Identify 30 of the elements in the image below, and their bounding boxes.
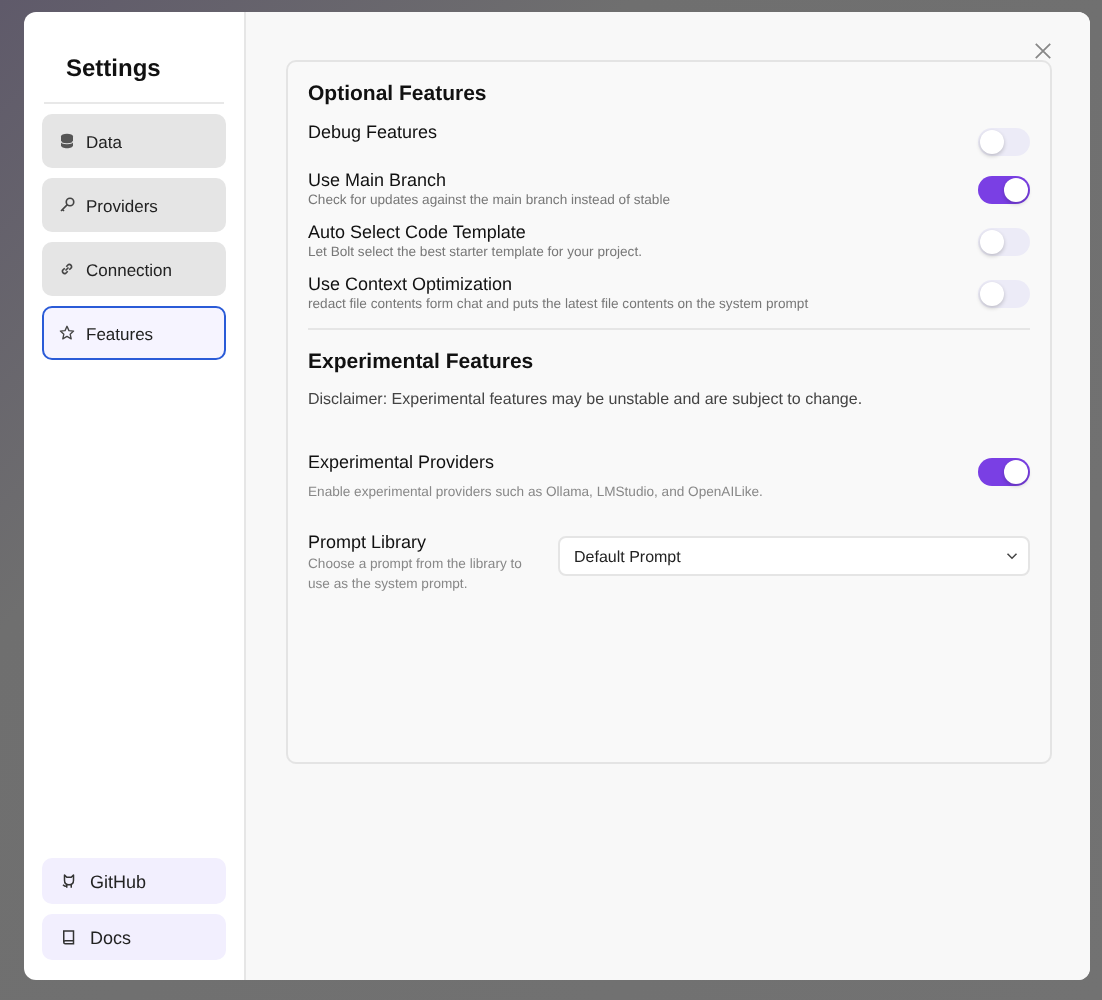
setting-label: Experimental Providers <box>308 452 497 472</box>
section-title: Optional Features <box>308 82 489 106</box>
toggle-switch[interactable] <box>978 128 1030 156</box>
toggle-switch[interactable] <box>978 176 1030 204</box>
book-icon <box>60 928 78 946</box>
star-icon <box>58 324 76 342</box>
sidebar-tab[interactable]: Connection <box>42 242 226 296</box>
setting-label: Auto Select Code Template <box>308 222 528 242</box>
database-icon <box>58 132 76 150</box>
sidebar-link[interactable]: GitHub <box>42 858 226 904</box>
prompt-dropdown[interactable]: Default Prompt <box>558 536 1030 576</box>
disclaimer-text: Disclaimer: Experimental features may be unstable and are subject to change. <box>308 390 865 408</box>
sidebar-tab[interactable]: Providers <box>42 178 226 232</box>
link-icon <box>58 260 76 278</box>
setting-label: Use Context Optimization <box>308 274 515 294</box>
sidebar-tab[interactable]: Data <box>42 114 226 168</box>
key-icon <box>58 196 76 214</box>
section-title: Experimental Features <box>308 350 536 374</box>
toggle-switch[interactable] <box>978 228 1030 256</box>
close-icon[interactable] <box>1034 42 1052 60</box>
setting-label: Debug Features <box>308 122 438 142</box>
cat-icon <box>60 872 78 890</box>
sidebar-link[interactable]: Docs <box>42 914 226 960</box>
toggle-switch[interactable] <box>978 458 1030 486</box>
toggle-switch[interactable] <box>978 280 1030 308</box>
chevron-down-icon <box>1006 552 1018 560</box>
setting-label: Use Main Branch <box>308 170 449 190</box>
sidebar-title: Settings <box>64 52 163 86</box>
sidebar-tab[interactable]: Features <box>42 306 226 360</box>
setting-label: Prompt Library <box>308 532 429 552</box>
